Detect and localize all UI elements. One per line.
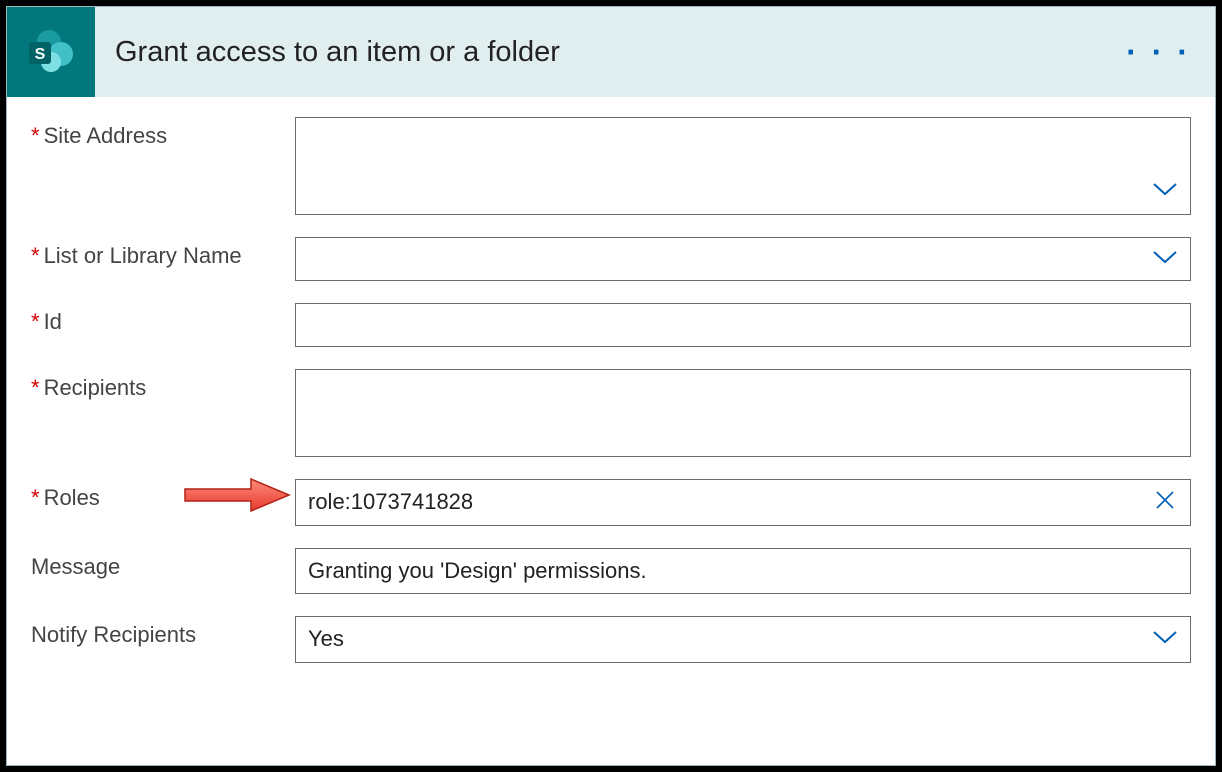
roles-value: role:1073741828: [308, 489, 473, 514]
required-marker: *: [31, 123, 40, 149]
label-recipients: * Recipients: [31, 369, 295, 401]
notify-dropdown-button[interactable]: [1151, 625, 1179, 653]
message-value: Granting you 'Design' permissions.: [308, 558, 647, 583]
label-message: Message: [31, 548, 295, 580]
ellipsis-icon: · · ·: [1126, 34, 1191, 70]
required-marker: *: [31, 309, 40, 335]
action-card: S Grant access to an item or a folder · …: [6, 6, 1216, 766]
label-text: Site Address: [44, 123, 168, 149]
notify-input[interactable]: Yes: [295, 616, 1191, 663]
label-site-address: * Site Address: [31, 117, 295, 149]
label-roles: * Roles: [31, 479, 295, 511]
more-menu-button[interactable]: · · ·: [1126, 36, 1191, 68]
recipients-input[interactable]: [295, 369, 1191, 457]
message-input[interactable]: Granting you 'Design' permissions.: [295, 548, 1191, 595]
card-header: S Grant access to an item or a folder · …: [7, 7, 1215, 97]
label-text: Message: [31, 554, 120, 580]
chevron-down-icon: [1152, 629, 1178, 650]
row-roles: * Roles: [31, 479, 1191, 526]
chevron-down-icon: [1152, 181, 1178, 202]
roles-input[interactable]: role:1073741828: [295, 479, 1191, 526]
label-notify: Notify Recipients: [31, 616, 295, 648]
label-text: Recipients: [44, 375, 147, 401]
site-address-input[interactable]: [295, 117, 1191, 215]
label-list-name: * List or Library Name: [31, 237, 295, 269]
row-list-name: * List or Library Name: [31, 237, 1191, 281]
row-notify: Notify Recipients Yes: [31, 616, 1191, 663]
roles-clear-button[interactable]: [1151, 488, 1179, 516]
list-name-input[interactable]: [295, 237, 1191, 281]
label-text: List or Library Name: [44, 243, 242, 269]
close-icon: [1154, 487, 1176, 518]
chevron-down-icon: [1152, 249, 1178, 270]
row-site-address: * Site Address: [31, 117, 1191, 215]
required-marker: *: [31, 485, 40, 511]
label-text: Roles: [44, 485, 100, 511]
svg-text:S: S: [35, 46, 46, 63]
required-marker: *: [31, 375, 40, 401]
required-marker: *: [31, 243, 40, 269]
list-name-dropdown-button[interactable]: [1151, 245, 1179, 273]
label-id: * Id: [31, 303, 295, 335]
annotation-arrow: [181, 475, 293, 515]
sharepoint-icon: S: [7, 7, 95, 97]
id-input[interactable]: [295, 303, 1191, 347]
row-id: * Id: [31, 303, 1191, 347]
label-text: Id: [44, 309, 62, 335]
site-address-dropdown-button[interactable]: [1151, 177, 1179, 205]
row-recipients: * Recipients: [31, 369, 1191, 457]
card-title: Grant access to an item or a folder: [115, 36, 560, 69]
notify-value: Yes: [308, 626, 344, 651]
card-body: * Site Address *: [7, 97, 1215, 765]
label-text: Notify Recipients: [31, 622, 196, 648]
row-message: Message Granting you 'Design' permission…: [31, 548, 1191, 595]
